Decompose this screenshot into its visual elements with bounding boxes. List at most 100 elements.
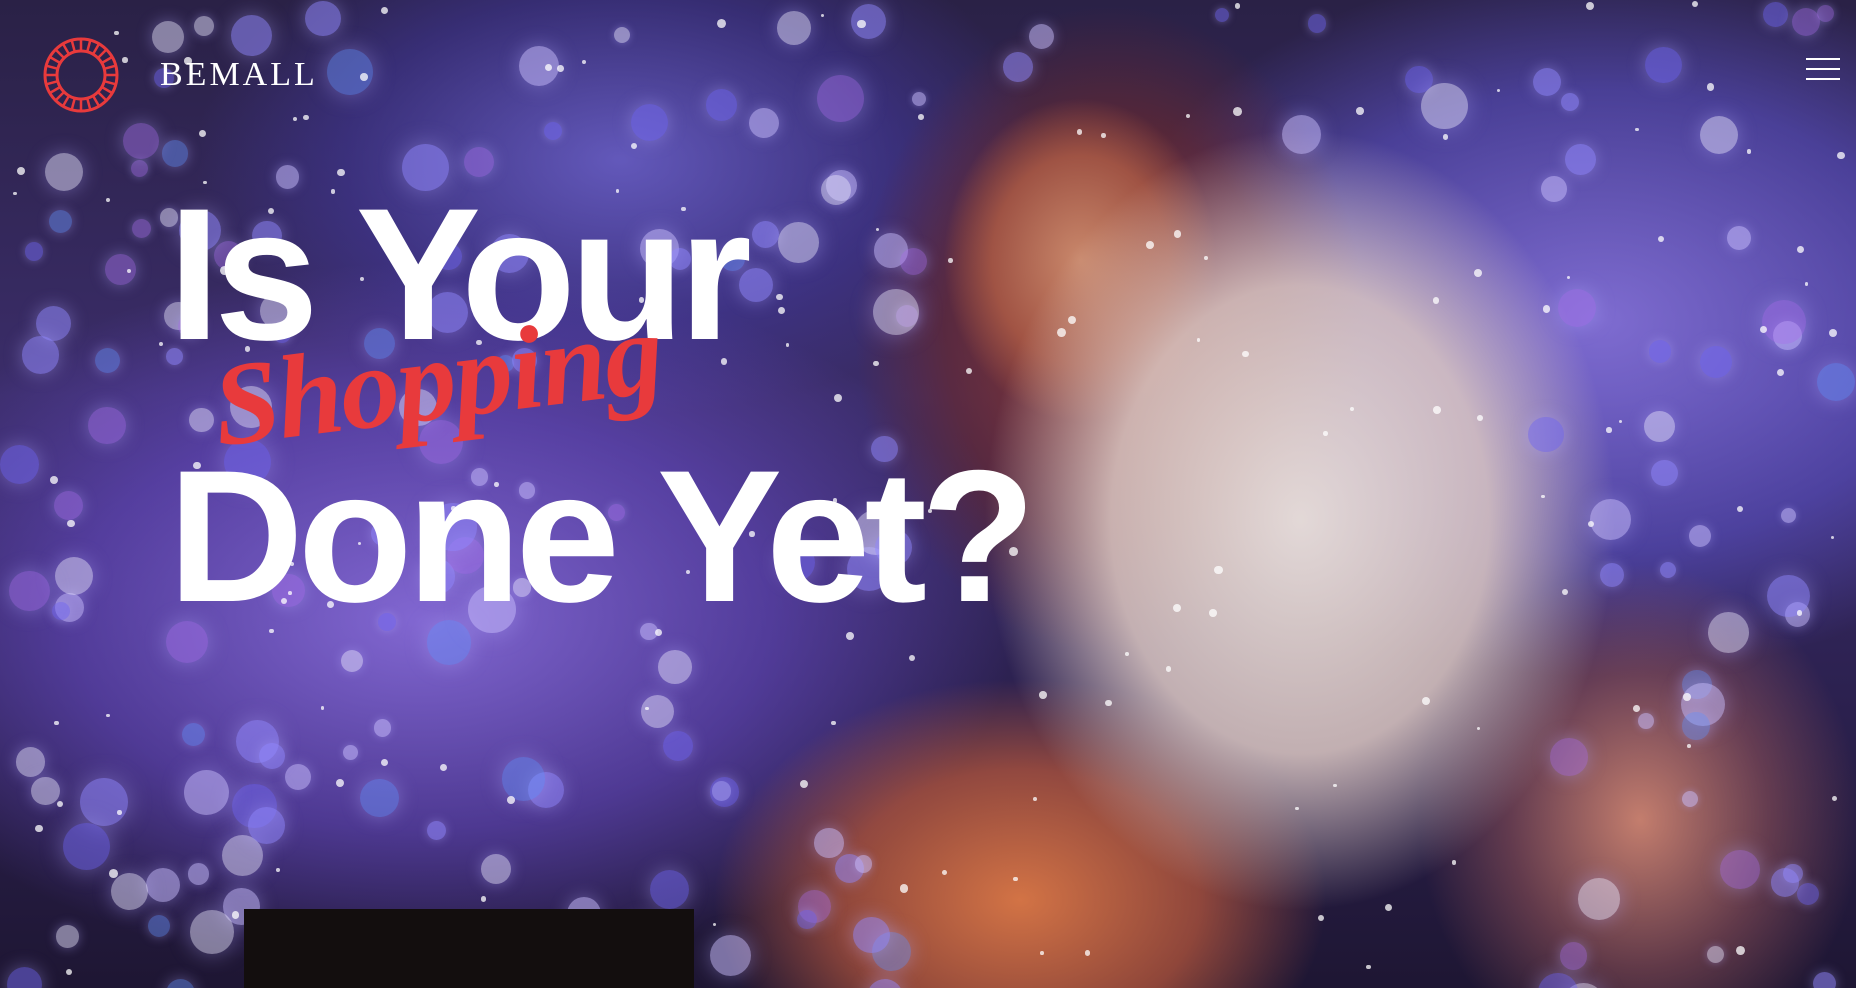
snowflake [1760, 325, 1768, 333]
bokeh-light [247, 806, 285, 844]
cta-panel[interactable] [244, 909, 694, 988]
snowflake [1683, 693, 1691, 701]
snowflake [966, 367, 973, 374]
snowflake [35, 824, 43, 832]
bokeh-light [165, 978, 196, 988]
snowflake [1125, 652, 1129, 656]
snowflake [1804, 282, 1809, 286]
snowflake [1333, 783, 1337, 787]
snowflake [17, 166, 26, 175]
bokeh-light [1538, 972, 1578, 988]
snowflake [1172, 603, 1182, 613]
menu-bar [1806, 58, 1840, 60]
snowflake [645, 706, 649, 711]
brand-name: BEMALL [160, 56, 318, 93]
snowflake [1797, 246, 1805, 253]
snowflake [1619, 419, 1623, 423]
snowflake [873, 360, 879, 367]
bokeh-light [820, 174, 851, 205]
bokeh-light [1681, 682, 1725, 727]
snowflake [1588, 521, 1595, 528]
snowflake [126, 269, 131, 274]
bokeh-light [649, 869, 690, 910]
bokeh-light [56, 925, 79, 948]
headline-line-2: Done Yet? [168, 431, 1036, 641]
bokeh-light [1813, 971, 1837, 988]
bokeh-light [709, 934, 751, 976]
bokeh-light [1708, 611, 1749, 653]
bokeh-light [1770, 868, 1800, 897]
bokeh-light [1720, 850, 1760, 890]
bokeh-light [53, 490, 83, 521]
bokeh-light [1600, 562, 1625, 587]
logo-link[interactable]: BEMALL [40, 34, 318, 116]
snowflake [942, 869, 948, 875]
snowflake [1084, 950, 1091, 956]
snowflake [1433, 406, 1441, 414]
bokeh-light [1648, 340, 1672, 363]
snowflake [1777, 368, 1785, 377]
bokeh-light [899, 247, 928, 276]
snowflake [1146, 240, 1154, 249]
snowflake [54, 720, 59, 726]
snowflake [1451, 860, 1457, 865]
bokeh-light [501, 757, 545, 801]
bokeh-light [373, 719, 392, 737]
snowflake [381, 758, 389, 766]
bokeh-light [285, 763, 312, 790]
snowflake [785, 343, 790, 348]
snowflake [1204, 255, 1208, 260]
bokeh-light [236, 719, 280, 763]
bokeh-light [640, 695, 674, 729]
bokeh-light [1578, 878, 1620, 920]
bokeh-light [51, 601, 71, 621]
bokeh-light [1772, 321, 1802, 350]
snowflake [800, 779, 809, 788]
bokeh-light [1780, 508, 1797, 524]
menu-bar [1806, 78, 1840, 80]
bokeh-light [147, 915, 170, 938]
snowflake [1540, 494, 1545, 499]
bokeh-light [111, 873, 149, 911]
bokeh-light [814, 828, 844, 858]
snowflake [1476, 414, 1483, 421]
bokeh-light [1550, 738, 1588, 776]
bokeh-light [80, 777, 128, 826]
menu-bar [1806, 68, 1840, 70]
hamburger-menu-icon[interactable] [1806, 58, 1840, 84]
snowflake [480, 896, 487, 902]
bokeh-light [426, 820, 447, 841]
site-header: BEMALL [0, 0, 1856, 150]
snowflake [1831, 795, 1837, 802]
bokeh-light [854, 855, 873, 873]
snowflake [1366, 965, 1371, 970]
snowflake [1317, 914, 1324, 921]
wreath-logo-icon [43, 37, 119, 113]
bokeh-light [132, 219, 152, 239]
snowflake [834, 393, 843, 402]
bokeh-light [709, 777, 740, 807]
hero-section: BEMALL Is Your Shopping Done Yet? [0, 0, 1856, 988]
snowflake [1432, 297, 1440, 305]
bokeh-light [24, 242, 44, 261]
bokeh-light [232, 783, 277, 829]
bokeh-light [31, 776, 60, 806]
snowflake [1040, 950, 1045, 955]
bokeh-light [62, 823, 110, 871]
snowflake [1561, 588, 1568, 595]
snowflake [106, 198, 111, 203]
bokeh-light [825, 170, 857, 201]
bokeh-light [94, 347, 121, 374]
snowflake [1736, 945, 1746, 955]
snowflake [439, 763, 447, 771]
bokeh-light [1559, 942, 1588, 971]
bokeh-light [835, 853, 865, 883]
snowflake [1385, 904, 1393, 912]
snowflake [56, 800, 63, 807]
snowflake [1105, 699, 1112, 707]
bokeh-light [1783, 863, 1803, 884]
bokeh-light [130, 159, 149, 177]
bokeh-light [88, 407, 126, 445]
bokeh-light [751, 220, 779, 248]
bokeh-light [1644, 410, 1676, 442]
